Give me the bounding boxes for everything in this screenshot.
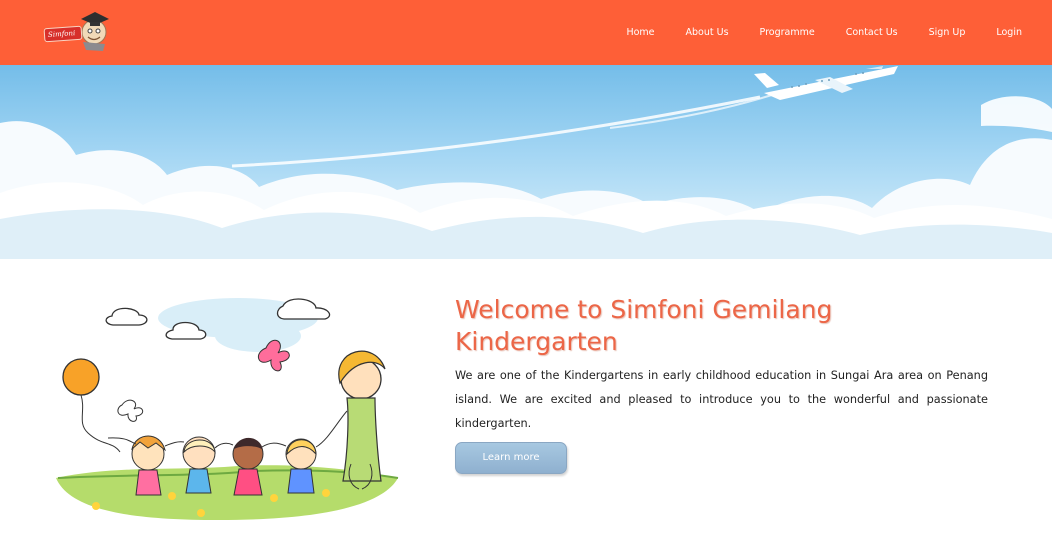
welcome-description: We are one of the Kindergartens in early… <box>455 369 988 430</box>
airplane-icon <box>754 66 898 100</box>
nav-about-us[interactable]: About Us <box>686 27 729 38</box>
navbar: Simfoni Home About Us Programme Contact … <box>0 0 1052 65</box>
children-playing-illustration <box>56 298 399 520</box>
kids-illustration <box>48 288 408 521</box>
sky-banner-image <box>0 66 1052 259</box>
nav-programme[interactable]: Programme <box>760 27 815 38</box>
nav-home[interactable]: Home <box>626 27 654 38</box>
learn-more-button[interactable]: Learn more <box>455 442 567 474</box>
welcome-title: Welcome to Simfoni Gemilang Kindergarten <box>455 295 833 356</box>
cloud-layer <box>0 96 1052 259</box>
logo-text: Simfoni <box>43 25 83 43</box>
nav-contact-us[interactable]: Contact Us <box>846 27 898 38</box>
welcome-section: Welcome to Simfoni Gemilang Kindergarten… <box>0 259 1052 541</box>
simfoni-logo[interactable]: Simfoni <box>43 9 114 53</box>
nav-sign-up[interactable]: Sign Up <box>929 27 966 38</box>
hero-banner <box>0 65 1052 259</box>
nav-links: Home About Us Programme Contact Us Sign … <box>595 0 1022 65</box>
nav-login[interactable]: Login <box>996 27 1022 38</box>
